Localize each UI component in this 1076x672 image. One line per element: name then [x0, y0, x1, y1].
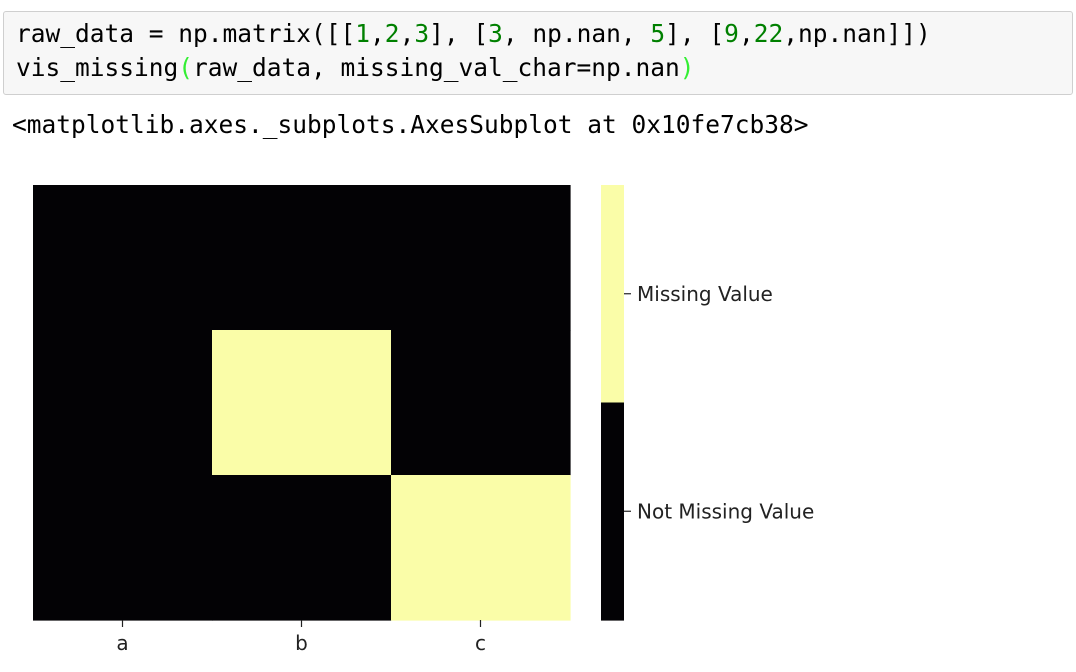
heatmap-cell-a-row3: [33, 475, 213, 621]
heatmap-cell-c-row1: [391, 185, 571, 331]
x-tick-label-c: c: [475, 631, 486, 655]
heatmap-cell-c-row3: [391, 475, 571, 621]
colorbar-segment-missing: [601, 185, 624, 404]
x-tick-label-b: b: [295, 631, 308, 655]
heatmap-cell-c-row2: [391, 330, 571, 476]
colorbar-label-missing: Missing Value: [637, 282, 773, 306]
heatmap-cell-b-row3: [212, 475, 392, 621]
missing-values-heatmap: a b c Missing Value Not Missing Value: [33, 185, 814, 655]
heatmap-cell-b-row2: [212, 330, 392, 476]
colorbar-segment-not-missing: [601, 402, 624, 621]
x-tick-label-a: a: [116, 631, 128, 655]
colorbar-label-not-missing: Not Missing Value: [637, 499, 814, 523]
heatmap-cell-a-row1: [33, 185, 213, 331]
heatmap-cell-b-row1: [212, 185, 392, 331]
heatmap-cell-a-row2: [33, 330, 213, 476]
